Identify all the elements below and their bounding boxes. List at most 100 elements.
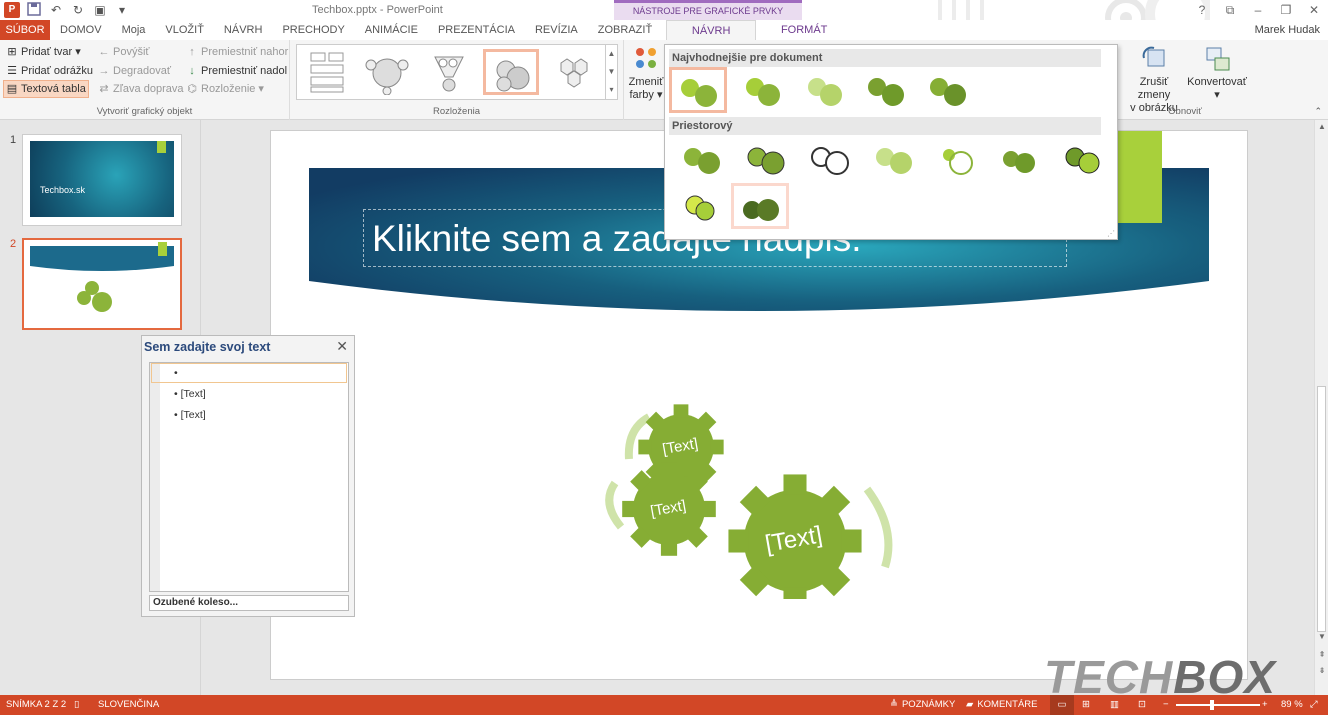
tab-home[interactable]: DOMOV (50, 20, 112, 40)
add-shape-button[interactable]: ⊞ Pridať tvar ▾ (4, 43, 83, 61)
customize-qat-icon[interactable]: ▾ (114, 2, 130, 18)
undo-icon[interactable]: ↶ (48, 2, 64, 18)
close-icon[interactable]: ✕ (336, 338, 348, 355)
text-pane-button[interactable]: ▤ Textová tabla (3, 80, 89, 98)
tab-slideshow[interactable]: PREZENTÁCIA (428, 20, 525, 40)
tab-view[interactable]: ZOBRAZIŤ (588, 20, 662, 40)
layout-thumb-funnel[interactable] (421, 49, 477, 95)
add-bullet-button[interactable]: ☰ Pridať odrážku (4, 62, 95, 80)
scroll-up-icon[interactable]: ▲ (606, 45, 617, 63)
slide-1-background (30, 141, 174, 217)
resize-grip-icon[interactable]: ⋰ (1107, 229, 1115, 238)
style-intense[interactable] (857, 67, 915, 113)
text-pane: Sem zadajte svoj text ✕ • • [Text] • [Te… (141, 335, 355, 617)
tab-file[interactable]: SÚBOR (0, 20, 50, 40)
text-pane-layout-description[interactable]: Ozubené koleso... (149, 595, 349, 611)
text-pane-item-1[interactable]: • (151, 363, 347, 383)
style-3d-6[interactable] (991, 137, 1049, 183)
slide-1-title: Techbox.sk (40, 185, 86, 195)
ribbon-display-icon[interactable]: ⧉ (1216, 0, 1244, 20)
demote-button[interactable]: → Degradovať (96, 62, 173, 80)
close-icon[interactable]: ✕ (1300, 0, 1328, 20)
comments-label: KOMENTÁRE (977, 699, 1038, 710)
style-moderate[interactable] (733, 67, 791, 113)
slide-thumbnail-1[interactable]: Techbox.sk (22, 134, 182, 226)
tab-custom[interactable]: Moja (112, 20, 156, 40)
style-3d-2[interactable] (737, 137, 795, 183)
style-3d-8[interactable] (673, 185, 731, 231)
tab-design[interactable]: NÁVRH (214, 20, 273, 40)
style-3d-3[interactable] (801, 137, 859, 183)
text-pane-editor[interactable]: • • [Text] • [Text] (149, 362, 349, 592)
style-strong[interactable] (919, 67, 977, 113)
tab-insert[interactable]: VLOŽIŤ (155, 20, 214, 40)
reset-graphic-icon (1142, 46, 1165, 67)
move-down-button[interactable]: ↓ Premiestniť nadol (184, 62, 289, 80)
maximize-icon[interactable]: ❐ (1272, 0, 1300, 20)
style-3d-1[interactable] (673, 137, 731, 183)
layout-thumb-gear[interactable] (483, 49, 539, 95)
style-3d-4[interactable] (865, 137, 923, 183)
comments-button[interactable]: ▰ KOMENTÁRE (966, 695, 1038, 715)
convert-button[interactable]: Konvertovať ▾ (1186, 44, 1248, 102)
minimize-icon[interactable]: – (1244, 0, 1272, 20)
style-3d-9[interactable] (731, 183, 789, 229)
reset-group-label: Obnoviť (1168, 106, 1202, 117)
change-colors-button[interactable]: Zmeniť farby ▾ (626, 44, 666, 102)
dropdown-icon: ▾ (258, 83, 264, 95)
previous-slide-icon[interactable]: ⇞ (1315, 650, 1328, 659)
help-icon[interactable]: ? (1188, 0, 1216, 20)
text-pane-item-3[interactable]: • [Text] (174, 406, 206, 424)
style-simple[interactable] (669, 67, 727, 113)
zoom-slider[interactable] (1176, 704, 1260, 706)
promote-button[interactable]: ← Povýšiť (96, 43, 152, 61)
layout-button[interactable]: ⌬ Rozloženie ▾ (184, 80, 266, 98)
vertical-scrollbar[interactable]: ▲ ▼ ⇞ ⇟ (1314, 120, 1328, 695)
scroll-up-icon[interactable]: ▲ (1315, 122, 1328, 131)
right-to-left-button[interactable]: ⇄ Zľava doprava (96, 80, 185, 98)
text-pane-item-2[interactable]: • [Text] (174, 385, 206, 403)
smartart-gear-graphic[interactable]: [Text] [Text] [Text] (597, 399, 917, 599)
present-icon[interactable]: ▣ (92, 2, 108, 18)
tab-transitions[interactable]: PRECHODY (272, 20, 354, 40)
tab-review[interactable]: REVÍZIA (525, 20, 588, 40)
reset-graphic-button[interactable]: Zrušiť zmeny v obrázku (1122, 44, 1186, 115)
save-icon[interactable] (26, 2, 42, 18)
collapse-ribbon-icon[interactable]: ⌃ (1314, 106, 1322, 117)
watermark-part-1: TECH (1044, 651, 1174, 703)
powerpoint-window: P ↶ ↻ ▣ ▾ Techbox.pptx - PowerPoint NÁST… (0, 0, 1328, 715)
layout-thumb-hexagon[interactable] (547, 49, 603, 95)
user-name[interactable]: Marek Hudak (1255, 24, 1320, 36)
more-layouts-icon[interactable]: ▾ (606, 81, 617, 99)
style-subtle[interactable] (795, 67, 853, 113)
style-3d-7[interactable] (1053, 137, 1111, 183)
next-slide-icon[interactable]: ⇟ (1315, 666, 1328, 675)
gallery-section-3d: Priestorový (669, 117, 1101, 135)
redo-icon[interactable]: ↻ (70, 2, 86, 18)
language-indicator[interactable]: SLOVENČINA (98, 695, 159, 715)
tab-smartart-format[interactable]: FORMÁT (756, 20, 852, 40)
gallery-section-best-match: Najvhodnejšie pre dokument (669, 49, 1101, 67)
dropdown-icon: ▾ (1214, 89, 1220, 101)
slide-thumbnail-2[interactable] (22, 238, 182, 330)
change-colors-label-2: farby ▾ (629, 89, 663, 101)
spellcheck-icon[interactable]: ▯ (74, 695, 79, 715)
scroll-down-icon[interactable]: ▼ (606, 63, 617, 81)
reset-label-1: Zrušiť zmeny (1137, 76, 1171, 101)
move-up-button[interactable]: ↑ Premiestniť nahor (184, 43, 290, 61)
tab-animations[interactable]: ANIMÁCIE (355, 20, 428, 40)
document-title: Techbox.pptx - PowerPoint (312, 4, 443, 16)
layout-thumb-list[interactable] (303, 49, 359, 95)
slide-number-2: 2 (10, 238, 17, 250)
zoom-level[interactable]: 89 % (1281, 695, 1303, 715)
tab-smartart-design[interactable]: NÁVRH (666, 20, 757, 40)
layout-label: Rozloženie (201, 83, 256, 95)
fit-slide-icon[interactable]: ⤢ (1310, 695, 1318, 715)
arrow-up-icon: ↑ (189, 46, 195, 58)
layout-thumb-circle[interactable] (361, 49, 417, 96)
notes-button[interactable]: ≜ POZNÁMKY (890, 695, 955, 715)
scroll-down-icon[interactable]: ▼ (1315, 632, 1328, 641)
arrow-down-icon: ↓ (189, 65, 195, 77)
scroll-thumb[interactable] (1317, 386, 1326, 632)
style-3d-5[interactable] (929, 137, 987, 183)
